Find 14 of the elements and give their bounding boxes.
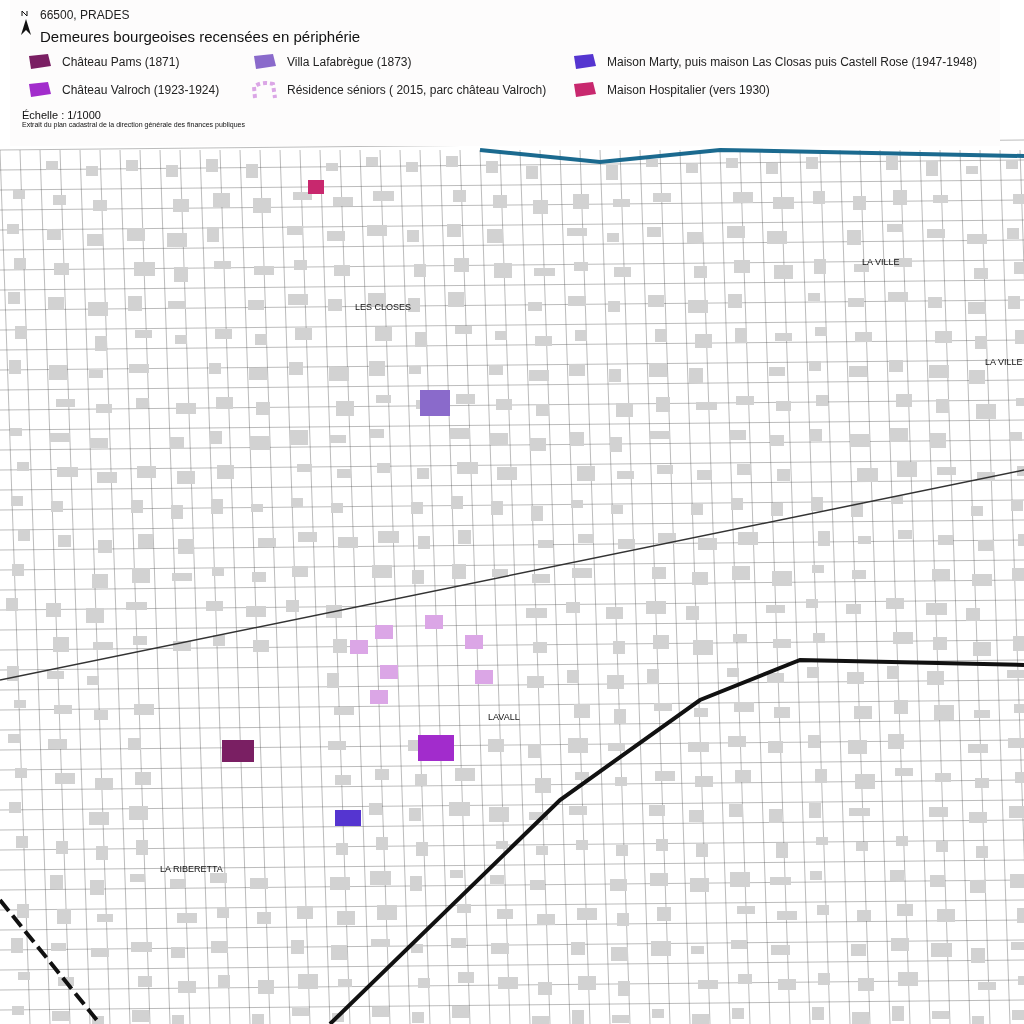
place-label: LES CLOSES	[355, 302, 412, 312]
place-label: LA RIBERETTA	[160, 864, 223, 874]
place-label: LA VILLE	[862, 257, 900, 267]
legend-label: Château Pams (1871)	[62, 55, 180, 69]
legend-label: Château Valroch (1923-1924)	[62, 83, 220, 97]
scale-text: Échelle : 1/1000	[22, 109, 102, 121]
place-label: LAVALL	[488, 712, 520, 722]
legend-label: Maison Hospitalier (vers 1930)	[607, 83, 770, 97]
map-title: Demeures bourgeoises recensées en périphérie	[40, 28, 362, 45]
place-label: LA VILLE	[985, 357, 1023, 367]
legend-label: Villa Lafabrègue (1873)	[287, 55, 412, 69]
legend-label: Maison Marty, puis maison Las Closas puis Castell Rose (1947-1948)	[607, 55, 977, 69]
place-name: 66500, PRADES	[40, 8, 131, 22]
legend-label: Résidence séniors ( 2015, parc château Valroch)	[287, 83, 547, 97]
